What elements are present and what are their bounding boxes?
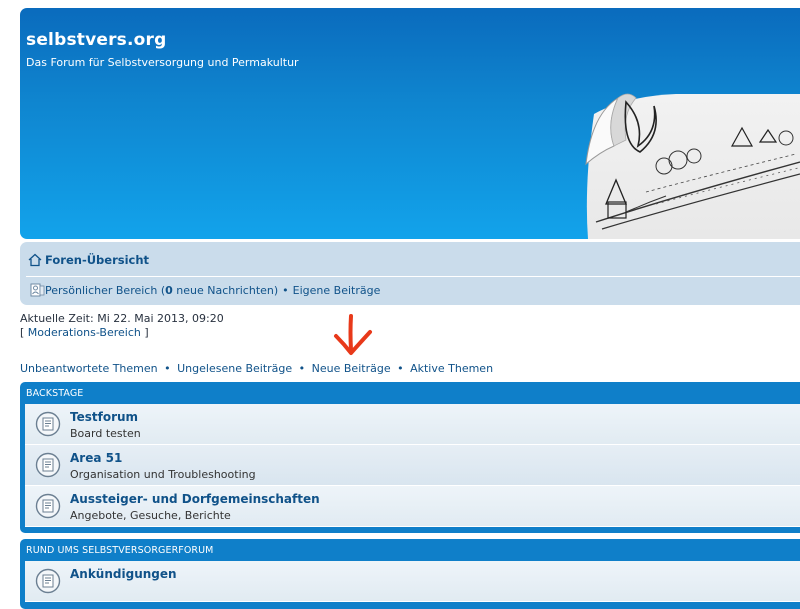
forum-title[interactable]: Ankündigungen [70, 567, 177, 581]
forum-title[interactable]: Area 51 [70, 451, 122, 465]
quick-links: Unbeantwortete Themen • Ungelesene Beitr… [20, 362, 493, 375]
navigation-bar: Foren-Übersicht Persönlicher Bereich (0 … [20, 242, 800, 305]
personal-area-suffix: neue Nachrichten) [172, 283, 279, 297]
separator: • [298, 362, 306, 375]
forum-row[interactable]: Area 51 Organisation und Troubleshooting [25, 445, 800, 486]
forum-title[interactable]: Testforum [70, 410, 138, 424]
mod-bracket-close: ] [140, 326, 149, 339]
own-posts-link[interactable]: Eigene Beiträge [293, 284, 381, 297]
forum-read-icon [35, 568, 61, 594]
forum-read-icon [35, 493, 61, 519]
category-rund-ums-forum: RUND UMS SELBSTVERSORGERFORUM Ankündigun… [20, 539, 800, 609]
new-messages-count: 0 [165, 283, 173, 297]
unread-posts-link[interactable]: Ungelesene Beiträge [177, 362, 292, 375]
site-header: selbstvers.org Das Forum für Selbstverso… [20, 8, 800, 239]
user-card-icon [30, 283, 45, 297]
unanswered-topics-link[interactable]: Unbeantwortete Themen [20, 362, 158, 375]
forum-title[interactable]: Aussteiger- und Dorfgemeinschaften [70, 492, 320, 506]
nav-divider [26, 276, 800, 277]
moderation-area: [ Moderations-Bereich ] [20, 326, 149, 339]
personal-area-link[interactable]: Persönlicher Bereich (0 neue Nachrichten… [45, 284, 278, 297]
mod-bracket-open: [ [20, 326, 28, 339]
category-title[interactable]: RUND UMS SELBSTVERSORGERFORUM [20, 539, 800, 561]
forum-row[interactable]: Ankündigungen [25, 561, 800, 602]
red-down-arrow [334, 314, 372, 355]
forum-description: Board testen [70, 427, 141, 440]
personal-area-label: Persönlicher Bereich ( [45, 283, 166, 297]
forum-read-icon [35, 452, 61, 478]
category-title[interactable]: BACKSTAGE [20, 382, 800, 404]
forum-description: Organisation und Troubleshooting [70, 468, 256, 481]
site-logo-sketch[interactable] [566, 84, 800, 239]
breadcrumb: Foren-Übersicht [28, 252, 149, 268]
separator: • [164, 362, 171, 375]
current-time: Aktuelle Zeit: Mi 22. Mai 2013, 09:20 [20, 312, 224, 325]
forum-description: Angebote, Gesuche, Berichte [70, 509, 231, 522]
forum-row[interactable]: Aussteiger- und Dorfgemeinschaften Angeb… [25, 486, 800, 527]
active-topics-link[interactable]: Aktive Themen [410, 362, 493, 375]
separator: • [282, 283, 289, 297]
separator: • [397, 362, 404, 375]
home-link[interactable]: Foren-Übersicht [45, 253, 149, 267]
forum-row[interactable]: Testforum Board testen [25, 404, 800, 445]
site-title[interactable]: selbstvers.org [26, 30, 167, 50]
user-links: Persönlicher Bereich (0 neue Nachrichten… [30, 282, 380, 298]
new-posts-link[interactable]: Neue Beiträge [312, 362, 391, 375]
moderation-area-link[interactable]: Moderations-Bereich [28, 326, 141, 339]
forum-read-icon [35, 411, 61, 437]
category-backstage: BACKSTAGE Testforum Board testen Area 51… [20, 382, 800, 533]
home-icon [28, 253, 42, 267]
site-description: Das Forum für Selbstversorgung und Perma… [26, 56, 299, 69]
